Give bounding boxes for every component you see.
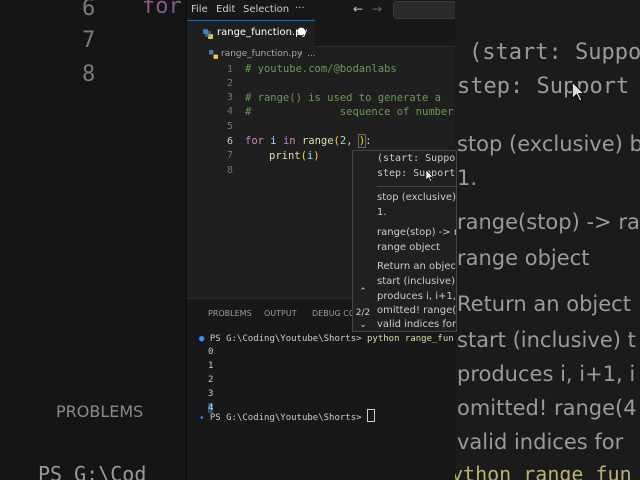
function-range: range [301, 135, 334, 147]
colon: : [365, 135, 372, 147]
line-number: 1 [226, 64, 233, 75]
editor-tab-bar: range_function.py ● [187, 20, 455, 47]
breadcrumb: range_function.py › ... [187, 46, 455, 64]
menu-file[interactable]: File [191, 4, 208, 15]
function-print: print [269, 150, 301, 162]
bg-terminal-prompt: PS G:\Cod [38, 462, 147, 480]
bg-terminal-command: ython range_fun [455, 462, 632, 480]
terminal-output-line: 2 [208, 375, 214, 385]
terminal-output-line: 3 [208, 389, 214, 399]
menu-bar: File Edit Selection ··· ← → [187, 0, 455, 20]
command-success-dot-icon: ● [199, 334, 205, 344]
python-file-icon [203, 29, 213, 39]
terminal-prompt: PS G:\Coding\Youtube\Shorts> [209, 413, 362, 423]
overload-up-chevron-icon[interactable]: ⌃ [352, 287, 374, 297]
code-line-6[interactable]: for i in range(2, ): [245, 134, 372, 148]
command-center-search[interactable] [393, 1, 455, 19]
parameter-hint-popup[interactable]: (start: Suppo step: Support stop (exclus… [352, 150, 457, 332]
breadcrumb-separator: › [299, 49, 303, 59]
bg-popup-line: Return an object [457, 292, 631, 316]
bg-popup-line: produces i, i+1, i [457, 362, 636, 386]
doc-line: range(stop) -> ra [377, 227, 457, 238]
close-paren: ) [313, 150, 320, 162]
overload-pager: 2/2 [355, 308, 371, 318]
breadcrumb-more[interactable]: ... [307, 49, 316, 59]
comma: , [346, 135, 359, 147]
terminal-prompt: PS G:\Coding\Youtube\Shorts> [209, 334, 362, 344]
background-right-panel: (start: Suppo step: Support stop (exclus… [455, 0, 640, 480]
terminal-current-line[interactable]: ✦ PS G:\Coding\Youtube\Shorts> [199, 409, 375, 423]
bg-popup-line: (start: Suppo [469, 40, 640, 65]
bg-line-number-6: 6 [82, 0, 96, 21]
bg-popup-line: start (inclusive) t [457, 328, 636, 352]
sparkle-icon: ✦ [199, 413, 205, 423]
python-file-icon [209, 50, 218, 59]
breadcrumb-file[interactable]: range_function.py [221, 49, 302, 59]
forward-arrow-icon[interactable]: → [372, 2, 382, 16]
back-arrow-icon[interactable]: ← [353, 2, 363, 16]
tab-output[interactable]: OUTPUT [264, 309, 297, 318]
bg-popup-line: step: Support [457, 74, 630, 99]
bg-popup-line: stop (exclusive) b [457, 132, 640, 156]
code-line-4[interactable]: # sequence of numbers [245, 106, 455, 118]
terminal-output-line: 1 [208, 361, 214, 371]
bg-popup-line: omitted! range(4 [457, 396, 637, 420]
bg-popup-line: range(stop) -> ra [457, 210, 640, 234]
code-line-3[interactable]: # range() is used to generate a [245, 92, 441, 104]
bg-problems-label: PROBLEMS [56, 402, 144, 421]
variable-i: i [270, 135, 277, 147]
doc-line: stop (exclusive) b [377, 192, 457, 203]
bg-popup-line: range object [457, 246, 590, 270]
background-left-panel: 6 7 8 for PROBLEMS PS G:\Cod [0, 0, 185, 480]
menu-edit[interactable]: Edit [216, 4, 235, 15]
doc-line: omitted! range(4 [377, 305, 457, 316]
line-number: 3 [226, 92, 233, 103]
line-number-active: 6 [226, 136, 233, 147]
bg-popup-line: 1. [457, 166, 478, 190]
doc-line: range object [377, 242, 441, 253]
mouse-pointer-icon [572, 82, 586, 102]
tab-label: range_function.py [217, 27, 308, 38]
unsaved-dot-icon[interactable]: ● [297, 26, 306, 37]
bg-popup-line: valid indices for [457, 430, 624, 454]
doc-line: produces i, i+1, i [377, 291, 457, 302]
doc-line: start (inclusive) t [377, 276, 457, 287]
terminal-command: python range_fun [366, 334, 454, 344]
doc-line: 1. [377, 207, 387, 218]
keyword-for: for [245, 135, 264, 147]
code-line-7[interactable]: print(i) [269, 150, 320, 162]
line-number: 8 [226, 165, 233, 176]
mouse-pointer-icon [426, 170, 434, 182]
terminal-output-line: 0 [208, 347, 214, 357]
doc-line: valid indices for [377, 319, 457, 330]
line-number: 2 [226, 78, 233, 89]
popup-divider [377, 186, 456, 187]
line-number: 7 [226, 150, 233, 161]
bg-line-number-8: 8 [82, 62, 96, 87]
terminal-command-line[interactable]: ● PS G:\Coding\Youtube\Shorts> python ra… [199, 334, 454, 344]
signature-line: (start: Suppo [377, 153, 456, 164]
menu-selection[interactable]: Selection [243, 4, 289, 15]
bg-keyword: for [142, 0, 182, 19]
line-number: 4 [226, 106, 233, 117]
signature-line: step: Support [377, 168, 456, 179]
line-number: 5 [226, 121, 233, 132]
code-line-1[interactable]: # youtube.com/@bodanlabs [245, 63, 397, 75]
terminal-cursor [366, 409, 375, 422]
bg-line-number-7: 7 [82, 28, 96, 53]
tab-range-function[interactable]: range_function.py ● [187, 20, 315, 47]
keyword-in: in [282, 135, 296, 147]
tab-problems[interactable]: PROBLEMS [208, 309, 252, 318]
menu-more-button[interactable]: ··· [295, 3, 305, 14]
doc-line: Return an object [377, 261, 457, 272]
overload-down-chevron-icon[interactable]: ⌄ [352, 320, 374, 330]
